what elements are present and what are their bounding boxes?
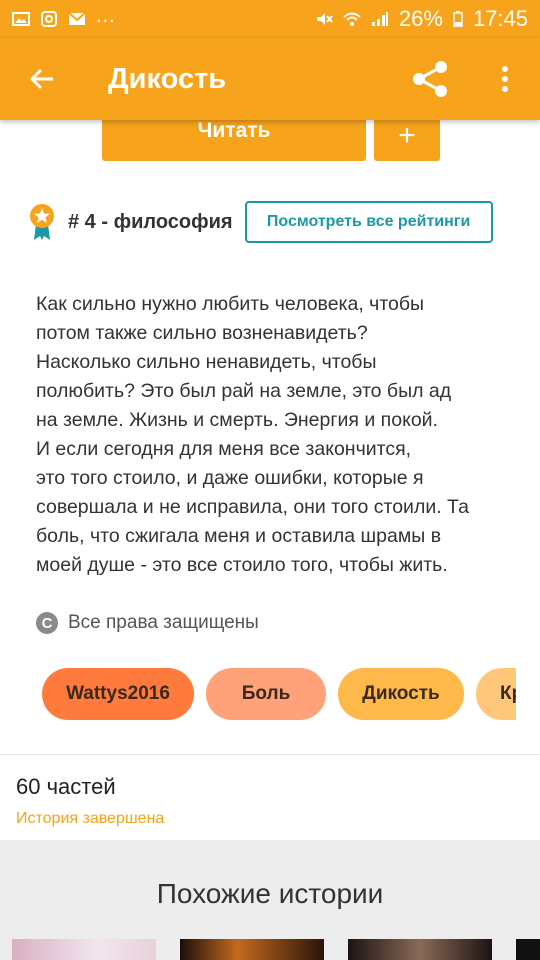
story-cover[interactable]	[516, 939, 540, 960]
mail-icon	[68, 11, 86, 27]
share-icon	[413, 61, 447, 97]
tag-chip[interactable]: Wattys2016	[42, 668, 194, 720]
story-description: Как сильно нужно любить человека, чтобы …	[36, 293, 469, 576]
tag-chip[interactable]: Дикость	[338, 668, 464, 720]
read-button-label: Читать	[197, 119, 271, 142]
image-icon	[12, 11, 30, 27]
ranking-row: # 4 - философия Посмотреть все рейтинги	[28, 200, 508, 244]
wifi-icon	[343, 11, 361, 27]
arrow-back-icon	[29, 68, 53, 90]
app-bar: Дикость	[0, 38, 540, 120]
battery-percent: 26%	[398, 6, 443, 31]
more-dots-icon: ...	[96, 5, 116, 27]
instagram-icon	[40, 11, 58, 27]
battery-icon	[453, 11, 463, 27]
ranking-text: # 4 - философия	[68, 210, 233, 233]
view-all-rankings-button[interactable]: Посмотреть все рейтинги	[244, 201, 493, 243]
similar-stories-section: Похожие истории	[0, 840, 540, 960]
story-cover[interactable]	[348, 939, 492, 960]
medal-icon	[30, 204, 54, 240]
status-bar: ... 26% 17:45	[0, 0, 540, 38]
divider	[0, 754, 540, 755]
status-bar-right: 26% 17:45	[315, 6, 528, 32]
status-bar-left: ...	[12, 6, 116, 27]
tag-list: Wattys2016 Боль Дикость Кр	[42, 668, 516, 720]
read-button[interactable]: Читать	[102, 119, 366, 161]
share-button[interactable]	[390, 38, 470, 120]
more-options-button[interactable]	[470, 38, 540, 120]
more-vert-icon	[502, 66, 508, 92]
similar-stories-title: Похожие истории	[156, 878, 384, 909]
clock: 17:45	[472, 6, 528, 31]
signal-icon	[371, 11, 389, 27]
parts-info[interactable]: 60 частей История завершена	[16, 774, 164, 828]
read-actions: Читать +	[102, 119, 440, 161]
similar-stories-list	[12, 939, 540, 960]
back-button[interactable]	[0, 38, 84, 120]
copyright-icon: C	[36, 612, 58, 634]
page-title: Дикость	[108, 62, 227, 95]
add-to-library-button[interactable]: +	[374, 119, 440, 161]
copyright: C Все права защищены	[36, 612, 259, 634]
story-cover[interactable]	[180, 939, 324, 960]
tag-chip[interactable]: Кр	[476, 668, 516, 720]
parts-count: 60 частей	[16, 774, 116, 799]
mute-icon	[315, 11, 333, 27]
copyright-text: Все права защищены	[68, 612, 259, 633]
tag-chip[interactable]: Боль	[206, 668, 326, 720]
story-cover[interactable]	[12, 939, 156, 960]
completion-status: История завершена	[16, 810, 165, 827]
